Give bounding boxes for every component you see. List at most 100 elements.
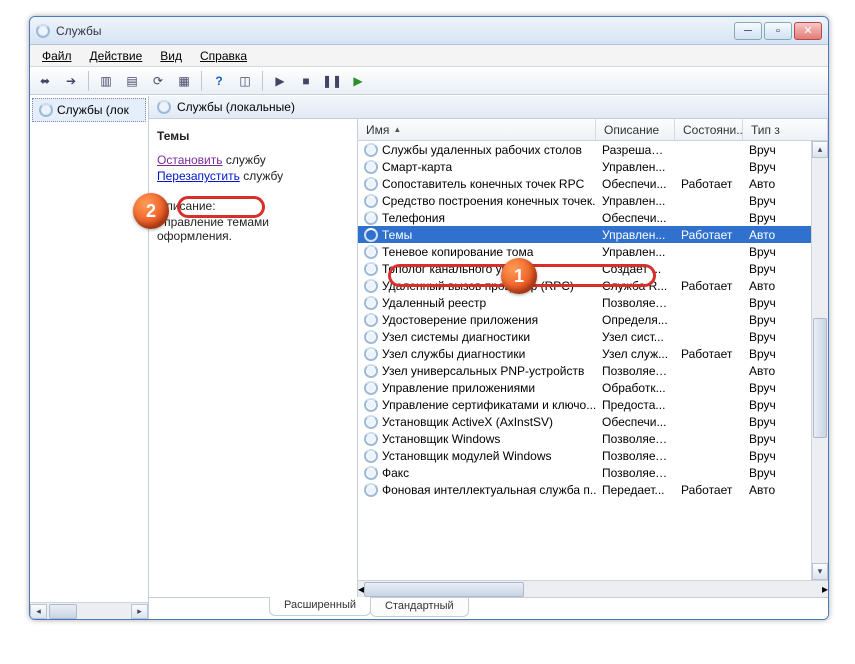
service-desc: Определя... xyxy=(596,313,675,327)
service-row[interactable]: Средство построения конечных точек...Упр… xyxy=(358,192,811,209)
service-row[interactable]: Тополог канального уровняСоздает ...Вруч xyxy=(358,260,811,277)
service-row[interactable]: Теневое копирование томаУправлен...Вруч xyxy=(358,243,811,260)
scroll-right-icon[interactable]: ▸ xyxy=(822,582,828,596)
service-row[interactable]: Удостоверение приложенияОпределя...Вруч xyxy=(358,311,811,328)
service-type: Вруч xyxy=(743,313,811,327)
scroll-right-icon[interactable]: ▸ xyxy=(131,604,148,619)
show-hide-tree-button[interactable]: ▥ xyxy=(95,70,117,92)
gear-icon xyxy=(364,466,378,480)
nav-forward-button[interactable]: ➔ xyxy=(60,70,82,92)
close-button[interactable]: ✕ xyxy=(794,22,822,40)
service-row[interactable]: Удаленный вызов процедур (RPC)Служба R..… xyxy=(358,277,811,294)
gear-icon xyxy=(364,296,378,310)
menu-file[interactable]: Файл xyxy=(34,47,80,65)
gear-icon xyxy=(364,262,378,276)
service-row[interactable]: Службы удаленных рабочих столовРазрешает… xyxy=(358,141,811,158)
scroll-up-icon[interactable]: ▴ xyxy=(812,141,828,158)
service-type: Вруч xyxy=(743,415,811,429)
nav-back-button[interactable]: ⬌ xyxy=(34,70,56,92)
pane-title: Службы (локальные) xyxy=(177,100,295,114)
gear-icon xyxy=(39,103,53,117)
start-service-button[interactable]: ▶ xyxy=(269,70,291,92)
column-header-state[interactable]: Состояни... xyxy=(675,119,743,140)
gear-icon xyxy=(157,100,171,114)
service-name: Установщик ActiveX (AxInstSV) xyxy=(382,415,553,429)
scroll-thumb[interactable] xyxy=(364,582,524,597)
service-row[interactable]: Удаленный реестрПозволяет...Вруч xyxy=(358,294,811,311)
restart-service-button[interactable]: ▶ xyxy=(347,70,369,92)
service-row[interactable]: Установщик ActiveX (AxInstSV)Обеспечи...… xyxy=(358,413,811,430)
pane-header: Службы (локальные) xyxy=(149,96,828,119)
gear-icon xyxy=(364,381,378,395)
service-row[interactable]: Смарт-картаУправлен...Вруч xyxy=(358,158,811,175)
column-header-desc[interactable]: Описание xyxy=(596,119,675,140)
service-row[interactable]: Узел системы диагностикиУзел сист...Вруч xyxy=(358,328,811,345)
gear-icon xyxy=(364,143,378,157)
menu-view[interactable]: Вид xyxy=(152,47,190,65)
service-row[interactable]: ТемыУправлен...РаботаетАвто xyxy=(358,226,811,243)
minimize-button[interactable]: ─ xyxy=(734,22,762,40)
service-row[interactable]: Управление сертификатами и ключо...Предо… xyxy=(358,396,811,413)
service-row[interactable]: Узел универсальных PNP-устройствПозволяе… xyxy=(358,362,811,379)
tree-node-services[interactable]: Службы (лок xyxy=(32,98,146,122)
service-name: Узел системы диагностики xyxy=(382,330,530,344)
help-button[interactable]: ? xyxy=(208,70,230,92)
toolbar-misc-button[interactable]: ◫ xyxy=(234,70,256,92)
scroll-down-icon[interactable]: ▾ xyxy=(812,563,828,580)
service-desc: Создает ... xyxy=(596,262,675,276)
tab-standard[interactable]: Стандартный xyxy=(370,598,469,617)
gear-icon xyxy=(364,364,378,378)
service-name: Телефония xyxy=(382,211,445,225)
column-header-name[interactable]: Имя▲ xyxy=(358,119,596,140)
properties-button[interactable]: ▤ xyxy=(121,70,143,92)
list-vscrollbar[interactable]: ▴ ▾ xyxy=(811,141,828,580)
service-state: Работает xyxy=(675,483,743,497)
stop-service-link[interactable]: Остановить xyxy=(157,153,223,167)
service-desc: Передает... xyxy=(596,483,675,497)
service-row[interactable]: Сопоставитель конечных точек RPCОбеспечи… xyxy=(358,175,811,192)
service-row[interactable]: ФаксПозволяет...Вруч xyxy=(358,464,811,481)
menu-help[interactable]: Справка xyxy=(192,47,255,65)
refresh-button[interactable]: ⟳ xyxy=(147,70,169,92)
stop-service-button[interactable]: ■ xyxy=(295,70,317,92)
service-type: Вруч xyxy=(743,432,811,446)
tree-hscrollbar[interactable]: ◂ ▸ xyxy=(30,602,148,619)
maximize-button[interactable]: ▫ xyxy=(764,22,792,40)
tab-extended[interactable]: Расширенный xyxy=(269,597,371,616)
scroll-thumb[interactable] xyxy=(813,318,827,438)
gear-icon xyxy=(364,347,378,361)
restart-service-link[interactable]: Перезапустить xyxy=(157,169,240,183)
service-type: Авто xyxy=(743,279,811,293)
service-desc: Позволяет... xyxy=(596,449,675,463)
service-desc: Служба R... xyxy=(596,279,675,293)
pause-service-button[interactable]: ❚❚ xyxy=(321,70,343,92)
service-row[interactable]: Установщик модулей WindowsПозволяет...Вр… xyxy=(358,447,811,464)
service-desc: Обработк... xyxy=(596,381,675,395)
service-row[interactable]: ТелефонияОбеспечи...Вруч xyxy=(358,209,811,226)
service-name: Сопоставитель конечных точек RPC xyxy=(382,177,584,191)
description-text: Управление темами оформления. xyxy=(157,215,345,243)
service-row[interactable]: Фоновая интеллектуальная служба п...Пере… xyxy=(358,481,811,498)
service-row[interactable]: Управление приложениямиОбработк...Вруч xyxy=(358,379,811,396)
list-hscrollbar[interactable]: ◂ ▸ xyxy=(358,580,828,597)
title-bar[interactable]: Службы ─ ▫ ✕ xyxy=(30,17,828,45)
app-icon xyxy=(36,24,50,38)
service-type: Вруч xyxy=(743,211,811,225)
service-name: Узел универсальных PNP-устройств xyxy=(382,364,584,378)
service-state: Работает xyxy=(675,177,743,191)
column-header-type[interactable]: Тип з xyxy=(743,119,828,140)
menu-action[interactable]: Действие xyxy=(82,47,151,65)
service-name: Средство построения конечных точек... xyxy=(382,194,596,208)
service-desc: Позволяет... xyxy=(596,296,675,310)
service-name: Узел службы диагностики xyxy=(382,347,525,361)
service-row[interactable]: Установщик WindowsПозволяет...Вруч xyxy=(358,430,811,447)
service-desc: Узел служ... xyxy=(596,347,675,361)
export-button[interactable]: ▦ xyxy=(173,70,195,92)
service-desc: Узел сист... xyxy=(596,330,675,344)
service-type: Вруч xyxy=(743,296,811,310)
service-type: Вруч xyxy=(743,194,811,208)
scroll-thumb[interactable] xyxy=(49,604,77,619)
service-row[interactable]: Узел службы диагностикиУзел служ...Работ… xyxy=(358,345,811,362)
service-type: Авто xyxy=(743,364,811,378)
scroll-left-icon[interactable]: ◂ xyxy=(30,604,47,619)
